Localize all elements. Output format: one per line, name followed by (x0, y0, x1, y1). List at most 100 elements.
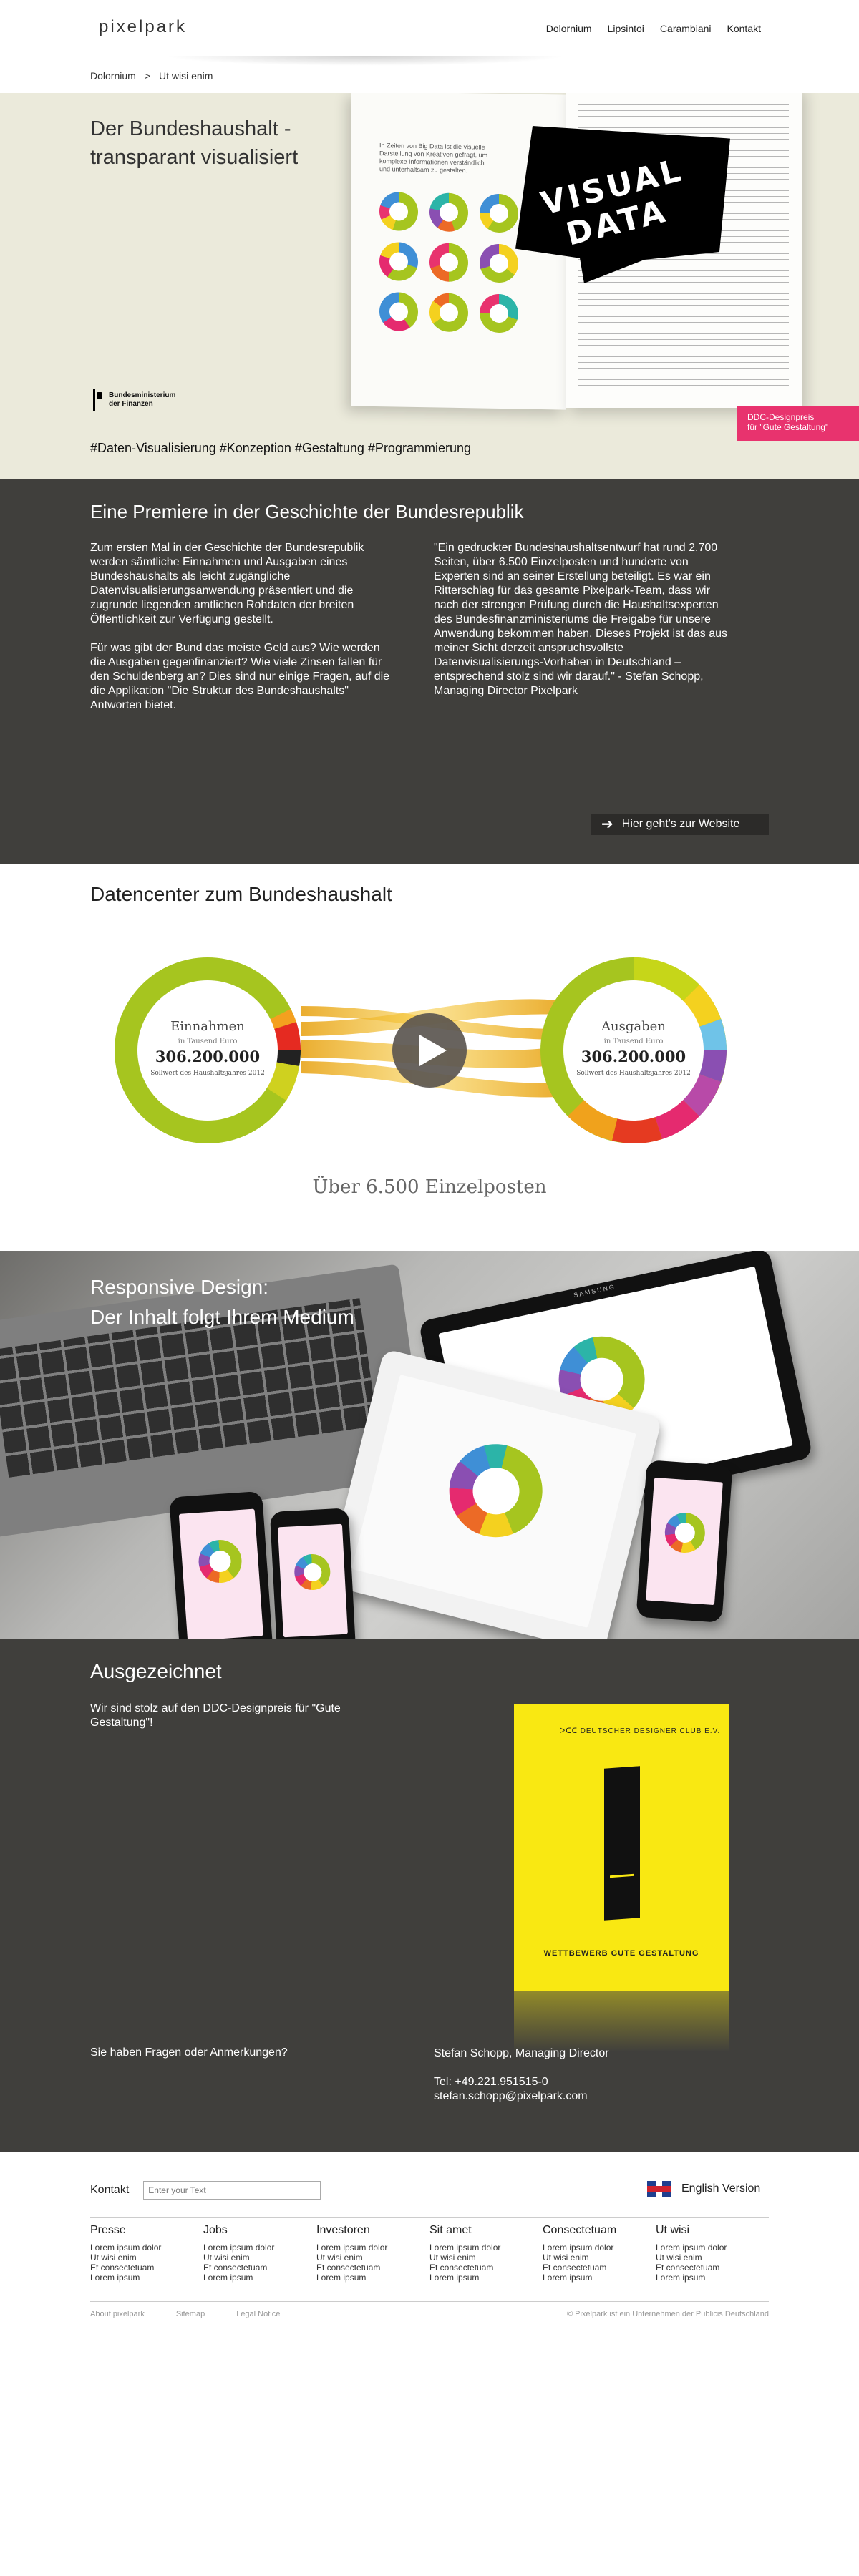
footer-link[interactable]: Et consectetuam (430, 2263, 543, 2273)
breadcrumb: Dolornium > Ut wisi enim (90, 70, 213, 82)
expenses-value: 306.200.000 (581, 1048, 686, 1065)
ministry-name: Bundesministerium der Finanzen (109, 391, 175, 409)
income-value: 306.200.000 (155, 1048, 260, 1065)
mini-donut-chart (379, 192, 418, 232)
income-title: Einnahmen (170, 1019, 245, 1034)
nav-item-dolornium[interactable]: Dolornium (546, 23, 592, 34)
footer-link[interactable]: Lorem ipsum (543, 2273, 656, 2283)
footer-column-title[interactable]: Jobs (203, 2224, 316, 2237)
white-tablet-screen (351, 1375, 636, 1628)
footer-link[interactable]: Lorem ipsum dolor (656, 2243, 769, 2253)
datacenter-section: Datencenter zum Bundeshaushalt Einnahmen… (0, 864, 859, 1251)
footer-column-title[interactable]: Investoren (316, 2224, 430, 2237)
ministry-name-line-1: Bundesministerium (109, 391, 176, 399)
contact-details: Stefan Schopp, Managing Director Tel: +4… (434, 2046, 609, 2104)
breadcrumb-separator: > (144, 70, 150, 82)
about-link[interactable]: About pixelpark (90, 2310, 145, 2318)
smartphone-screen (646, 1477, 723, 1606)
smartphone-device (636, 1460, 733, 1623)
footer-link[interactable]: Lorem ipsum (316, 2273, 430, 2283)
smartphone-donut-chart (197, 1538, 243, 1585)
footer-link[interactable]: Et consectetuam (543, 2263, 656, 2273)
website-link-button[interactable]: ➔ Hier geht's zur Website (591, 814, 769, 835)
mini-donut-chart (480, 243, 518, 283)
smartphone-donut-chart (663, 1511, 707, 1554)
footer-column-title[interactable]: Consectetuam (543, 2224, 656, 2237)
contact-phone[interactable]: Tel: +49.221.951515-0 (434, 2075, 609, 2089)
footer-link[interactable]: Et consectetuam (316, 2263, 430, 2273)
footer-link[interactable]: Ut wisi enim (90, 2253, 203, 2263)
poster-reflection (514, 1991, 729, 2052)
sitemap-link[interactable]: Sitemap (176, 2310, 205, 2318)
footer-link[interactable]: Et consectetuam (656, 2263, 769, 2273)
legal-notice-link[interactable]: Legal Notice (236, 2310, 280, 2318)
award-title: Ausgezeichnet (90, 1660, 222, 1682)
premiere-description: Zum ersten Mal in der Geschichte der Bun… (90, 541, 391, 713)
footer-column-consectetuam: Consectetuam Lorem ipsum dolor Ut wisi e… (543, 2224, 656, 2283)
footer-link[interactable]: Lorem ipsum (656, 2273, 769, 2283)
footer-link[interactable]: Lorem ipsum dolor (430, 2243, 543, 2253)
mini-donut-chart (480, 293, 518, 333)
footer-link[interactable]: Et consectetuam (90, 2263, 203, 2273)
footer-link[interactable]: Ut wisi enim (430, 2253, 543, 2263)
responsive-design-section: SAMSUNG Responsive Design: Der Inhalt fo… (0, 1251, 859, 1639)
pixelpark-logo[interactable]: pixelpark (99, 17, 187, 37)
footer-link[interactable]: Lorem ipsum (90, 2273, 203, 2283)
contact-name: Stefan Schopp, Managing Director (434, 2047, 609, 2059)
expenses-note: Sollwert des Haushaltsjahres 2012 (576, 1070, 691, 1077)
footer-column-jobs: Jobs Lorem ipsum dolor Ut wisi enim Et c… (203, 2224, 316, 2283)
ddc-award-badge: DDC-Designpreis für "Gute Gestaltung" (737, 406, 859, 441)
premiere-section: Eine Premiere in der Geschichte der Bund… (0, 479, 859, 864)
nav-item-kontakt[interactable]: Kontakt (727, 23, 761, 34)
smartphone-device (269, 1508, 356, 1639)
breadcrumb-item-dolornium[interactable]: Dolornium (90, 70, 136, 82)
footer-column-title[interactable]: Presse (90, 2224, 203, 2237)
footer-column-title[interactable]: Sit amet (430, 2224, 543, 2237)
mini-donut-chart (379, 242, 418, 282)
datacenter-title: Datencenter zum Bundeshaushalt (90, 883, 392, 905)
site-header: pixelpark Dolornium Lipsintoi Carambiani… (0, 0, 859, 82)
smartphone-screen (277, 1523, 348, 1638)
responsive-title: Responsive Design: Der Inhalt folgt Ihre… (90, 1272, 354, 1332)
nav-item-lipsintoi[interactable]: Lipsintoi (608, 23, 644, 34)
main-nav: Dolornium Lipsintoi Carambiani Kontakt (546, 23, 761, 34)
footer-link[interactable]: Lorem ipsum (430, 2273, 543, 2283)
contact-email[interactable]: stefan.schopp@pixelpark.com (434, 2089, 609, 2104)
expenses-title: Ausgaben (601, 1019, 666, 1034)
ministry-logo: Bundesministerium der Finanzen (93, 389, 175, 411)
footer-link[interactable]: Lorem ipsum dolor (543, 2243, 656, 2253)
mini-donut-chart (430, 293, 468, 333)
footer-link[interactable]: Lorem ipsum (203, 2273, 316, 2283)
premiere-quote: "Ein gedruckter Bundeshaushaltsentwurf h… (434, 542, 728, 697)
breadcrumb-item-current: Ut wisi enim (159, 70, 213, 82)
ministry-name-line-2: der Finanzen (109, 400, 153, 408)
footer-column-title[interactable]: Ut wisi (656, 2224, 769, 2237)
award-text: Wir sind stolz auf den DDC-Designpreis f… (90, 1702, 341, 1729)
nav-item-carambiani[interactable]: Carambiani (660, 23, 712, 34)
hero-section: Der Bundeshaushalt - transparant visuali… (0, 93, 859, 479)
footer-column-ut-wisi: Ut wisi Lorem ipsum dolor Ut wisi enim E… (656, 2224, 769, 2283)
contact-text-input[interactable] (143, 2181, 321, 2200)
mini-donut-chart (480, 193, 518, 233)
footer-link[interactable]: Ut wisi enim (203, 2253, 316, 2263)
questions-text: Sie haben Fragen oder Anmerkungen? (90, 2046, 288, 2059)
english-version-label: English Version (681, 2182, 761, 2195)
footer-link[interactable]: Et consectetuam (203, 2263, 316, 2273)
footer-link[interactable]: Lorem ipsum dolor (203, 2243, 316, 2253)
ddc-logo: ᐳᑕᑕ DEUTSCHER DESIGNER CLUB E.V. (560, 1727, 721, 1735)
poster-caption: WETTBEWERB GUTE GESTALTUNG (543, 1949, 699, 1958)
english-version-link[interactable]: English Version (647, 2181, 760, 2197)
footer-divider (90, 2217, 769, 2218)
footer-column-presse: Presse Lorem ipsum dolor Ut wisi enim Et… (90, 2224, 203, 2283)
footer-link[interactable]: Ut wisi enim (656, 2253, 769, 2263)
footer-contact-label: Kontakt (90, 2184, 130, 2196)
footer-link[interactable]: Ut wisi enim (543, 2253, 656, 2263)
footer-link[interactable]: Ut wisi enim (316, 2253, 430, 2263)
smartphone-donut-chart (293, 1553, 331, 1591)
play-button[interactable] (392, 1013, 467, 1088)
footer-link[interactable]: Lorem ipsum dolor (90, 2243, 203, 2253)
federal-eagle-icon (93, 389, 103, 411)
footer-link[interactable]: Lorem ipsum dolor (316, 2243, 430, 2253)
expenses-unit: in Tausend Euro (604, 1038, 664, 1045)
website-link-label: Hier geht's zur Website (621, 818, 740, 830)
